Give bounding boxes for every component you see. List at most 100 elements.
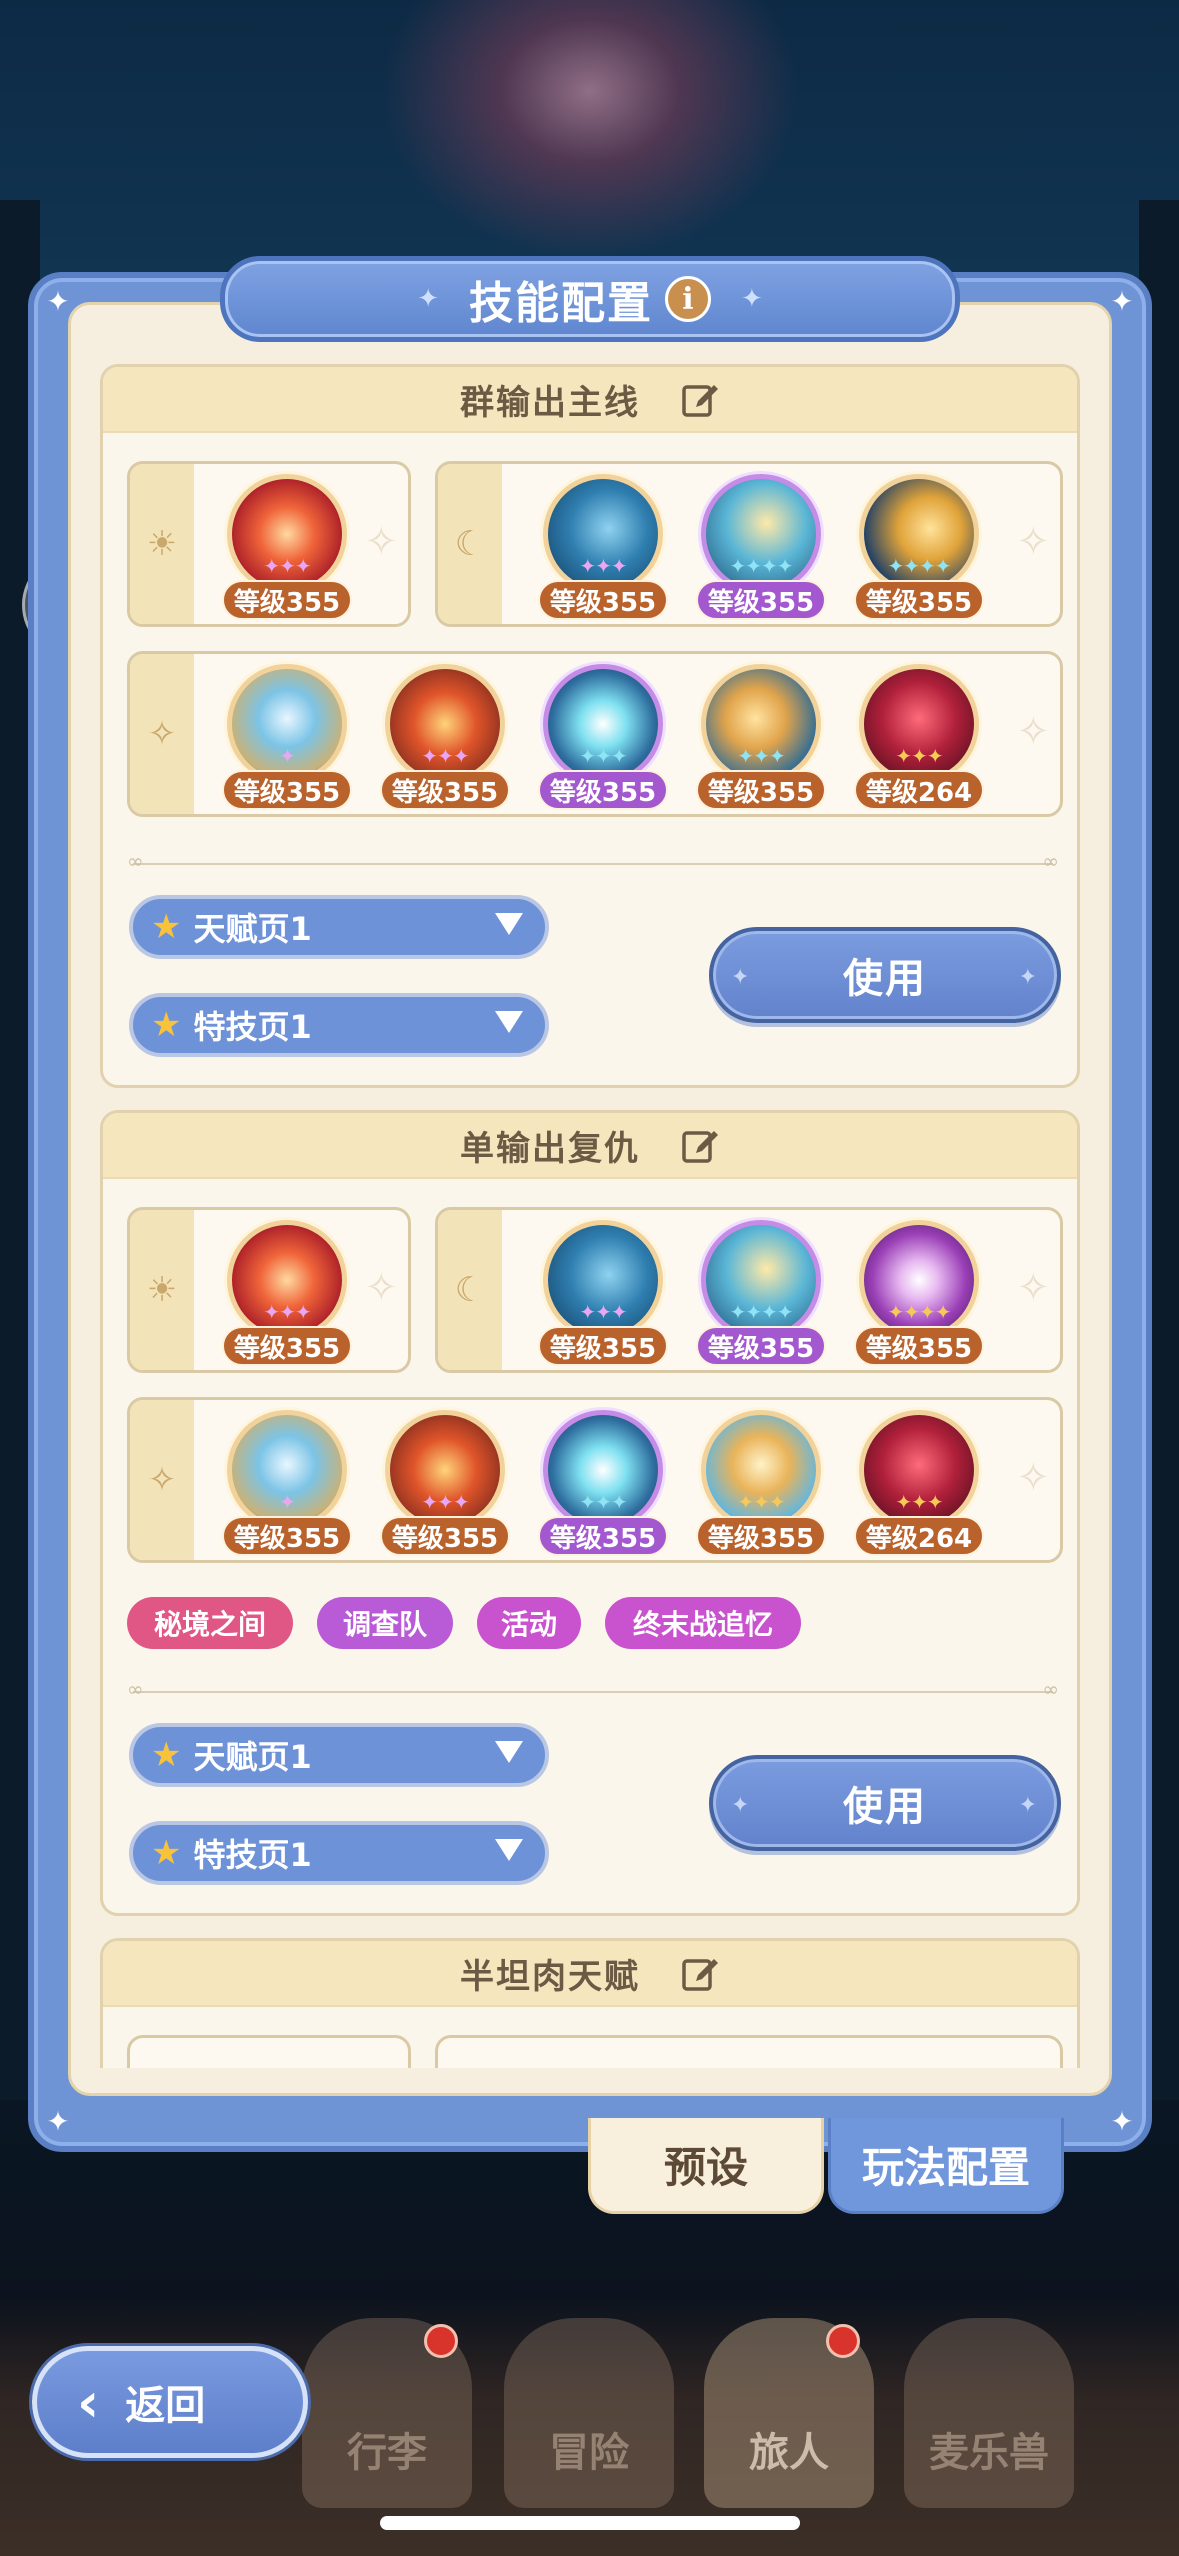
skill-slot[interactable]: ✦✦✦ 等级355: [222, 1214, 352, 1366]
divider: [127, 849, 1059, 873]
star-rating: ✦✦✦: [263, 554, 311, 578]
skill-row-moon: ☾ ✧ ✦✦✦ 等级355 ✦✦✦✦ 等级355 ✦✦✦✦ 等级355: [435, 1207, 1063, 1373]
swirl-decoration: ✧: [1016, 1455, 1050, 1501]
skill-level-badge: 等级355: [222, 1516, 352, 1556]
skill-slot[interactable]: ✦✦✦ 等级355: [696, 1404, 826, 1556]
skill-slot[interactable]: ✦✦✦ 等级355: [538, 658, 668, 810]
edit-icon[interactable]: [680, 1125, 720, 1165]
swirl-decoration: ✧: [364, 1265, 398, 1311]
nav-label: 行李: [347, 2430, 427, 2476]
tab-preset[interactable]: 预设: [588, 2118, 824, 2214]
skill-level-badge: 等级355: [696, 580, 826, 620]
star-rating: ✦✦✦: [579, 744, 627, 768]
skill-slot[interactable]: ✦✦✦✦ 等级355: [696, 468, 826, 620]
dropdown-value: 天赋页1: [193, 910, 312, 948]
home-indicator[interactable]: [380, 2516, 800, 2530]
preset-header: 半坦肉天赋: [103, 1941, 1077, 2007]
chevron-down-icon: [495, 1741, 523, 1763]
star-rating: ✦✦✦: [579, 1490, 627, 1514]
skill-slot[interactable]: ✦✦✦ 等级264: [854, 658, 984, 810]
use-button[interactable]: ✦ 使用 ✦: [709, 927, 1061, 1023]
preset-header: 单输出复仇: [103, 1113, 1077, 1179]
skill-row-moon: [435, 2035, 1063, 2068]
star-rating: ✦✦✦: [737, 744, 785, 768]
sparkle-icon: ✧: [130, 1400, 194, 1560]
star-icon: ★: [151, 1833, 182, 1873]
edit-icon[interactable]: [680, 379, 720, 419]
divider: [127, 1677, 1059, 1701]
info-icon[interactable]: i: [665, 276, 711, 322]
skill-row-sun: ☀ ✧ ✦✦✦ 等级355: [127, 461, 411, 627]
skill-slot[interactable]: ✦✦✦ 等级355: [538, 468, 668, 620]
skill-slot[interactable]: ✦✦✦ 等级355: [696, 658, 826, 810]
skill-row-special: ✧ ✧ ✦ 等级355 ✦✦✦ 等级355 ✦✦✦ 等级355 ✦✦✦ 等级35…: [127, 1397, 1063, 1563]
star-icon: ★: [151, 1735, 182, 1775]
skill-slot[interactable]: ✦ 等级355: [222, 658, 352, 810]
skill-level-badge: 等级355: [696, 1516, 826, 1556]
skill-slot[interactable]: ✦✦✦ 等级355: [380, 658, 510, 810]
nav-item-adventure[interactable]: 冒险: [504, 2318, 674, 2508]
skill-slot[interactable]: ✦✦✦ 等级264: [854, 1404, 984, 1556]
skill-level-badge: 等级355: [696, 770, 826, 810]
skill-slot[interactable]: ✦ 等级355: [222, 1404, 352, 1556]
mode-tag: 终末战追忆: [605, 1597, 801, 1649]
skill-level-badge: 等级355: [380, 770, 510, 810]
skill-level-badge: 等级355: [538, 1516, 668, 1556]
dropdown-value: 特技页1: [193, 1836, 312, 1874]
skill-slot[interactable]: ✦✦✦✦ 等级355: [854, 1214, 984, 1366]
star-icon: ✦: [417, 284, 439, 314]
skill-level-badge: 等级355: [538, 1326, 668, 1366]
nav-item-luggage[interactable]: 行李: [302, 2318, 472, 2508]
sparkle-icon: ✦: [1018, 1793, 1039, 1818]
swirl-decoration: ✧: [1016, 519, 1050, 565]
talent-page-dropdown[interactable]: ★ 天赋页1: [129, 1723, 549, 1787]
back-button[interactable]: ‹ 返回: [32, 2346, 308, 2458]
star-rating: ✦✦✦: [579, 554, 627, 578]
star-rating: ✦✦✦: [421, 744, 469, 768]
skill-level-badge: 等级355: [380, 1516, 510, 1556]
talent-page-dropdown[interactable]: ★ 天赋页1: [129, 895, 549, 959]
skill-level-badge: 等级355: [854, 1326, 984, 1366]
sun-icon: ☀: [130, 1210, 194, 1370]
skill-slot[interactable]: ✦✦✦ 等级355: [538, 1214, 668, 1366]
swirl-decoration: ✧: [1016, 1265, 1050, 1311]
skill-level-badge: 等级264: [854, 770, 984, 810]
preset-header: 群输出主线: [103, 367, 1077, 433]
star-icon: ★: [151, 1005, 182, 1045]
star-rating: ✦✦✦: [579, 1300, 627, 1324]
star-rating: ✦✦✦: [895, 744, 943, 768]
nav-item-pet[interactable]: 麦乐兽: [904, 2318, 1074, 2508]
nav-label: 旅人: [749, 2430, 829, 2476]
skill-level-badge: 等级355: [222, 1326, 352, 1366]
chevron-down-icon: [495, 1839, 523, 1861]
skill-level-badge: 等级355: [538, 770, 668, 810]
skill-row-special: ✧ ✧ ✦ 等级355 ✦✦✦ 等级355 ✦✦✦ 等级355 ✦✦✦ 等级35…: [127, 651, 1063, 817]
notification-dot: [424, 2324, 458, 2358]
skill-row-sun: ☀ ✧ ✦✦✦ 等级355: [127, 1207, 411, 1373]
star-rating: ✦✦✦✦: [887, 1300, 951, 1324]
moon-icon: ☾: [438, 1210, 502, 1370]
preset-name: 群输出主线: [460, 382, 640, 423]
star-rating: ✦: [279, 1490, 296, 1514]
preset-card-1: 群输出主线 ☀ ✧ ✦✦✦ 等级355 ☾ ✧ ✦✦✦ 等级355 ✦✦✦✦ 等…: [100, 364, 1080, 1088]
skill-slot[interactable]: ✦✦✦ 等级355: [222, 468, 352, 620]
skill-level-badge: 等级355: [222, 770, 352, 810]
edit-icon[interactable]: [680, 1953, 720, 1993]
skill-slot[interactable]: ✦✦✦✦ 等级355: [696, 1214, 826, 1366]
skill-slot[interactable]: ✦✦✦ 等级355: [380, 1404, 510, 1556]
skill-slot[interactable]: ✦✦✦ 等级355: [538, 1404, 668, 1556]
skill-level-badge: 等级355: [222, 580, 352, 620]
use-button[interactable]: ✦ 使用 ✦: [709, 1755, 1061, 1851]
skill-level-badge: 等级355: [854, 580, 984, 620]
title-banner: ✦ 技能配置 i ✦: [220, 256, 960, 342]
dropdown-value: 特技页1: [193, 1008, 312, 1046]
skill-slot[interactable]: ✦✦✦✦ 等级355: [854, 468, 984, 620]
tab-gameplay-config[interactable]: 玩法配置: [828, 2118, 1064, 2214]
mode-tag: 秘境之间: [127, 1597, 293, 1649]
nav-item-traveler[interactable]: 旅人: [704, 2318, 874, 2508]
sparkle-icon: ✦: [731, 965, 752, 990]
special-page-dropdown[interactable]: ★ 特技页1: [129, 1821, 549, 1885]
dropdown-value: 天赋页1: [193, 1738, 312, 1776]
special-page-dropdown[interactable]: ★ 特技页1: [129, 993, 549, 1057]
star-icon: ★: [151, 907, 182, 947]
